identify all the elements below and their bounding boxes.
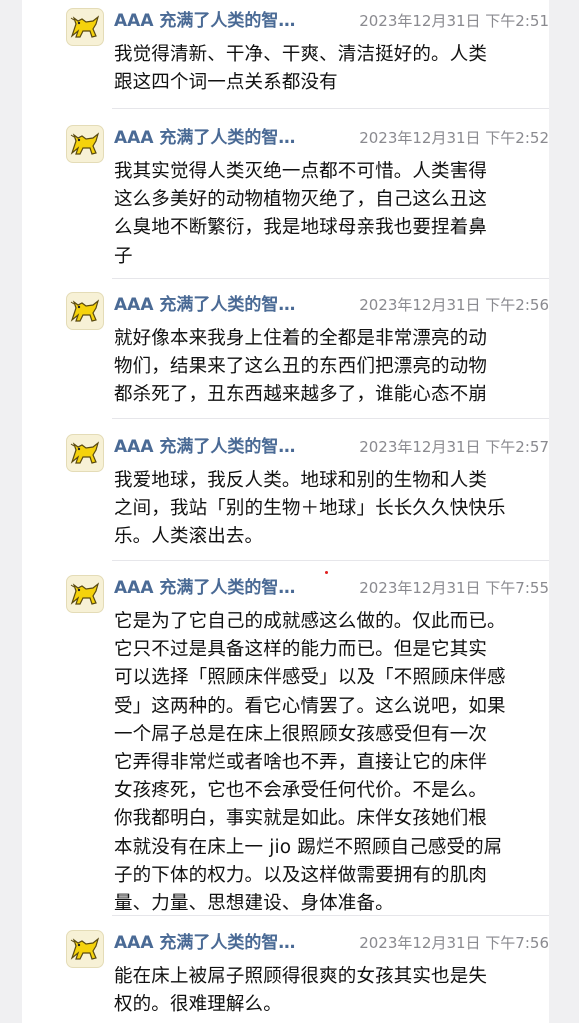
message-text: 我觉得清新、干净、干爽、清洁挺好的。人类 跟这四个词一点关系都没有 <box>114 44 488 94</box>
sender-name[interactable]: AAA 充满了人类的智… <box>114 436 332 458</box>
sender-name[interactable]: AAA 充满了人类的智… <box>114 294 332 316</box>
yellow-dog-avatar-icon[interactable] <box>66 8 104 46</box>
message-timestamp: 2023年12月31日 下午7:56 <box>359 934 549 952</box>
message-text: 就好像本来我身上住着的全都是非常漂亮的动 物们，结果来了这么丑的东西们把漂亮的动… <box>114 328 488 406</box>
message-timestamp: 2023年12月31日 下午2:56 <box>359 296 549 314</box>
message-feed[interactable]: AAA 充满了人类的智… 2023年12月31日 下午2:51 我觉得清新、干净… <box>22 0 549 1023</box>
yellow-dog-avatar-icon[interactable] <box>66 125 104 163</box>
message-divider <box>112 560 549 561</box>
message-text: 我其实觉得人类灭绝一点都不可惜。人类害得 这么多美好的动物植物灭绝了，自己这么丑… <box>114 161 488 267</box>
message-timestamp: 2023年12月31日 下午2:51 <box>359 12 549 30</box>
message-divider <box>112 278 549 279</box>
message-divider <box>112 418 549 419</box>
sender-name[interactable]: AAA 充满了人类的智… <box>114 577 332 599</box>
sender-name[interactable]: AAA 充满了人类的智… <box>114 10 332 32</box>
unread-dot <box>325 571 328 574</box>
message-divider <box>112 915 549 916</box>
message-timestamp: 2023年12月31日 下午2:52 <box>359 129 549 147</box>
message-timestamp: 2023年12月31日 下午2:57 <box>359 438 549 456</box>
message-divider <box>112 108 549 109</box>
yellow-dog-avatar-icon[interactable] <box>66 434 104 472</box>
message-text: 能在床上被屌子照顾得很爽的女孩其实也是失 权的。很难理解么。 <box>114 966 488 1016</box>
message-text: 我爱地球，我反人类。地球和别的生物和人类 之间，我站「别的生物＋地球」长长久久快… <box>114 470 506 548</box>
yellow-dog-avatar-icon[interactable] <box>66 292 104 330</box>
yellow-dog-avatar-icon[interactable] <box>66 930 104 968</box>
left-gutter <box>0 0 22 1023</box>
yellow-dog-avatar-icon[interactable] <box>66 575 104 613</box>
right-gutter <box>549 0 579 1023</box>
sender-name[interactable]: AAA 充满了人类的智… <box>114 127 332 149</box>
message-text: 它是为了它自己的成就感这么做的。仅此而已。 它只不过是具备这样的能力而已。但是它… <box>114 611 506 915</box>
message-timestamp: 2023年12月31日 下午7:55 <box>359 579 549 597</box>
sender-name[interactable]: AAA 充满了人类的智… <box>114 932 332 954</box>
